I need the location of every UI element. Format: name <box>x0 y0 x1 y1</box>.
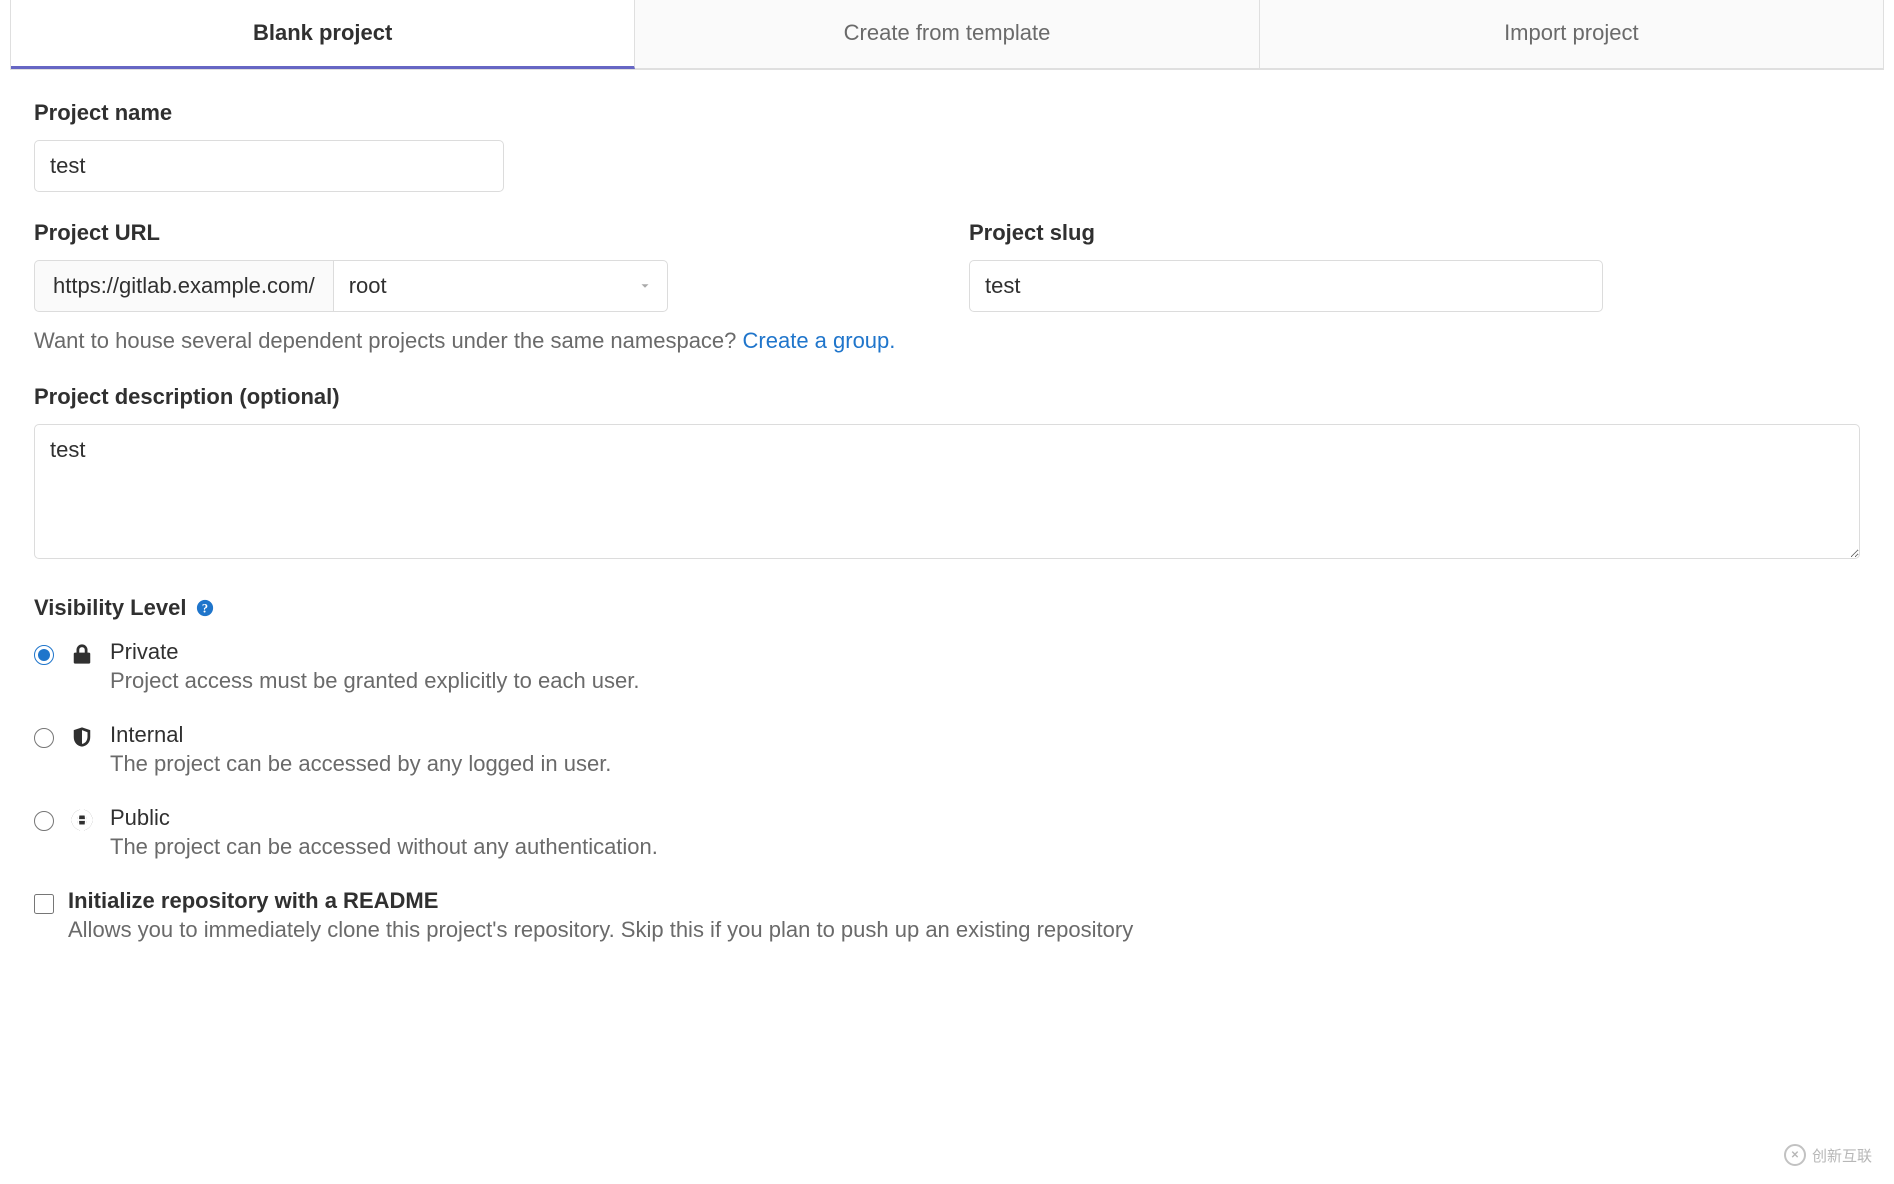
project-url-prefix: https://gitlab.example.com/ <box>34 260 333 312</box>
watermark-logo-icon: ✕ <box>1784 1144 1806 1166</box>
visibility-internal-title: Internal <box>110 722 1860 748</box>
project-creation-tabs: Blank project Create from template Impor… <box>10 0 1884 70</box>
project-name-input[interactable] <box>34 140 504 192</box>
tab-create-from-template[interactable]: Create from template <box>635 0 1259 69</box>
namespace-select[interactable]: root <box>333 260 668 312</box>
shield-icon <box>70 725 94 749</box>
create-group-link[interactable]: Create a group. <box>743 328 896 353</box>
visibility-public-radio[interactable] <box>34 811 54 831</box>
watermark-text: 创新互联 <box>1812 1145 1872 1166</box>
visibility-internal-desc: The project can be accessed by any logge… <box>110 751 1860 777</box>
initialize-readme-desc: Allows you to immediately clone this pro… <box>68 917 1860 943</box>
help-icon[interactable]: ? <box>196 599 214 617</box>
project-url-label: Project URL <box>34 220 925 246</box>
project-description-label: Project description (optional) <box>34 384 1860 410</box>
namespace-hint: Want to house several dependent projects… <box>34 328 1860 354</box>
namespace-selected-value: root <box>349 273 387 299</box>
initialize-readme-checkbox[interactable] <box>34 894 54 914</box>
project-name-label: Project name <box>34 100 1860 126</box>
visibility-internal-radio[interactable] <box>34 728 54 748</box>
watermark: ✕ 创新互联 <box>1784 1144 1872 1166</box>
project-slug-label: Project slug <box>969 220 1860 246</box>
project-description-input[interactable]: test <box>34 424 1860 559</box>
visibility-private-radio[interactable] <box>34 645 54 665</box>
svg-text:?: ? <box>202 602 208 616</box>
visibility-private-title: Private <box>110 639 1860 665</box>
visibility-private-desc: Project access must be granted explicitl… <box>110 668 1860 694</box>
tab-blank-project[interactable]: Blank project <box>11 0 635 69</box>
lock-icon <box>70 642 94 666</box>
initialize-readme-label: Initialize repository with a README <box>68 888 1860 914</box>
visibility-public-title: Public <box>110 805 1860 831</box>
chevron-down-icon <box>638 279 652 293</box>
project-form: Project name Project URL https://gitlab.… <box>10 70 1884 953</box>
tab-import-project[interactable]: Import project <box>1260 0 1883 69</box>
visibility-level-label: Visibility Level <box>34 595 186 621</box>
project-slug-input[interactable] <box>969 260 1603 312</box>
namespace-hint-text: Want to house several dependent projects… <box>34 328 743 353</box>
visibility-public-desc: The project can be accessed without any … <box>110 834 1860 860</box>
globe-icon <box>70 808 94 832</box>
